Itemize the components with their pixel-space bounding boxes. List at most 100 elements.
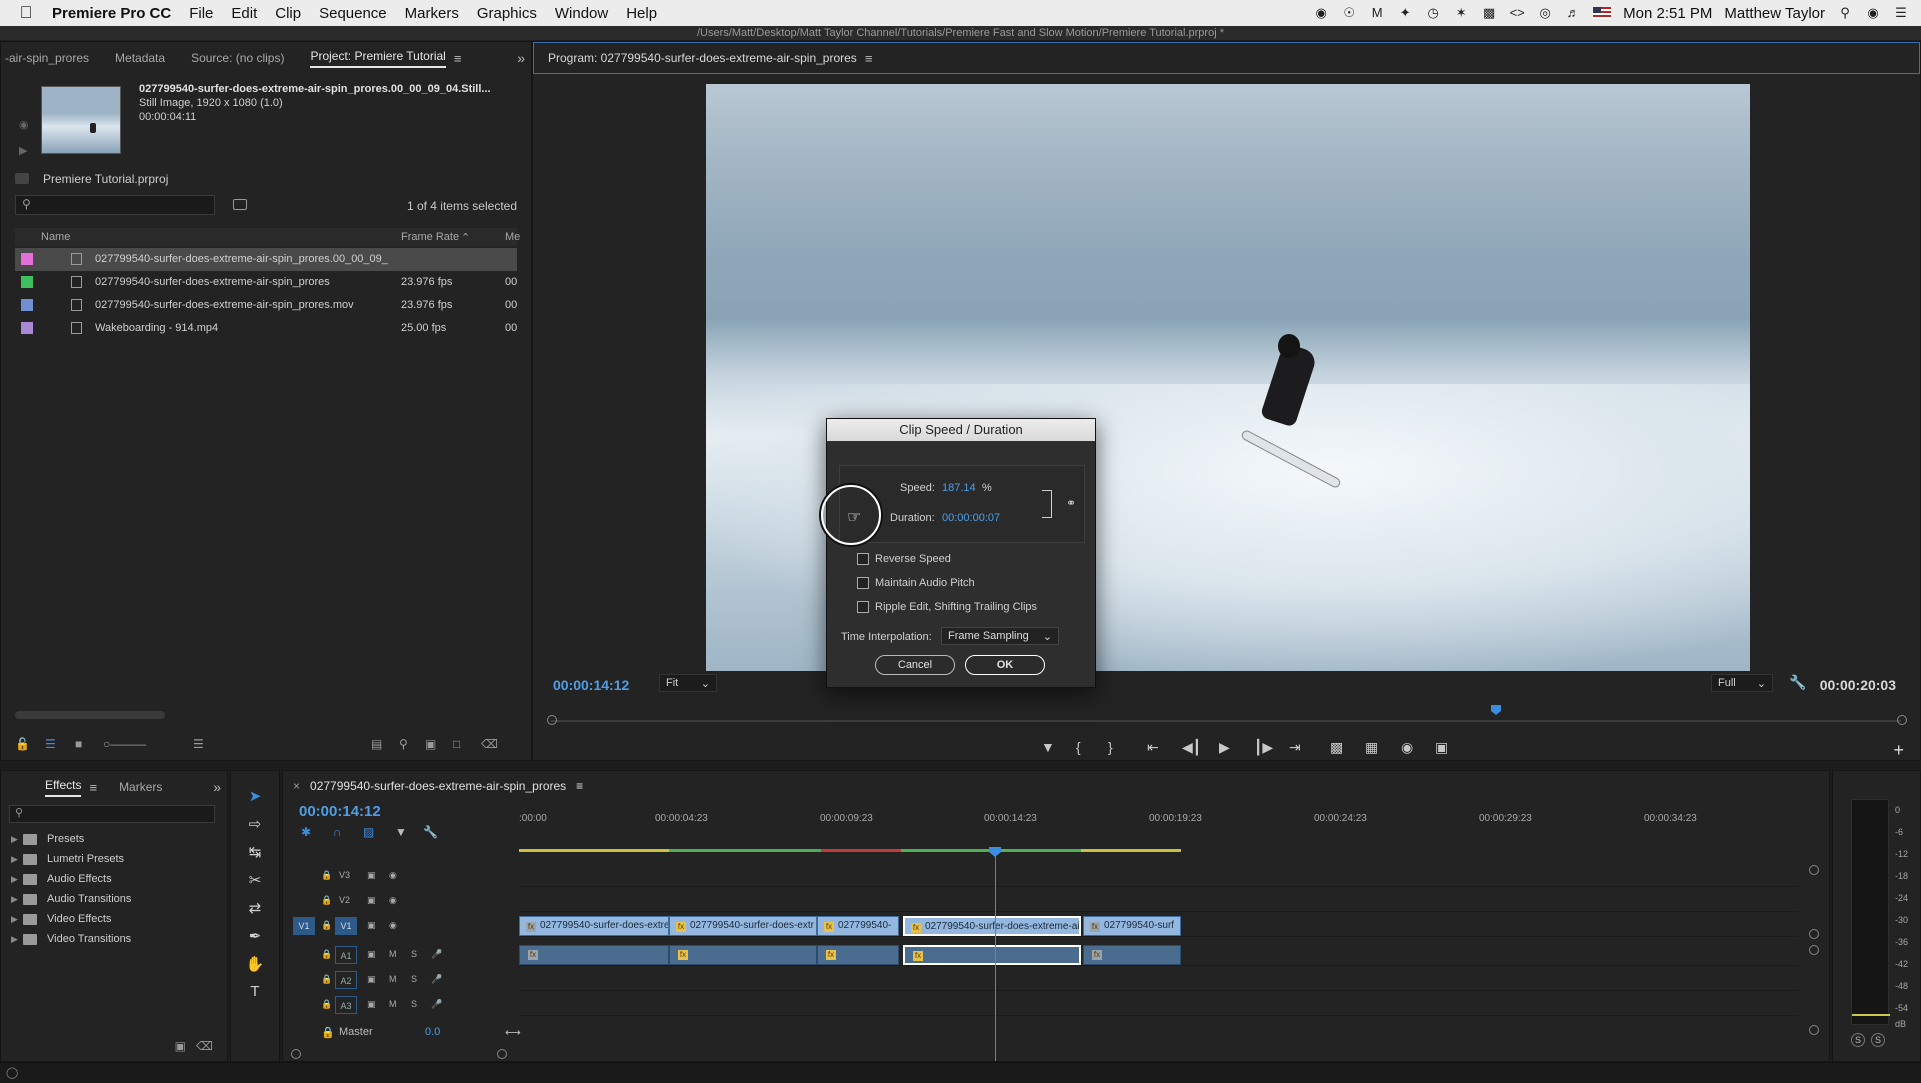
- program-playhead[interactable]: [1491, 705, 1501, 715]
- add-marker-icon[interactable]: ▼: [1041, 739, 1055, 755]
- mute-button[interactable]: M: [389, 949, 397, 959]
- go-to-in-icon[interactable]: ⇤: [1147, 739, 1159, 756]
- audio-clip-selected[interactable]: fx: [903, 945, 1081, 965]
- clock[interactable]: Mon 2:51 PM: [1623, 5, 1712, 22]
- pen-tool-icon[interactable]: ✒: [245, 927, 265, 947]
- playback-resolution-select[interactable]: Full ⌄: [1711, 674, 1773, 692]
- panel-menu-icon[interactable]: ≡: [454, 51, 462, 66]
- chevron-right-icon[interactable]: ▶: [11, 834, 23, 845]
- bluetooth-icon[interactable]: ✶: [1453, 5, 1469, 21]
- track-lane-v3[interactable]: [519, 865, 1799, 887]
- track-lane-a1[interactable]: fx fx fx fx fx: [519, 944, 1799, 966]
- effects-folder-lumetri-presets[interactable]: ▶ Lumetri Presets: [11, 853, 124, 865]
- panel-menu-icon[interactable]: ≡: [865, 51, 873, 66]
- effects-folder-audio-effects[interactable]: ▶ Audio Effects: [11, 873, 112, 885]
- linked-selection-icon[interactable]: ▨: [363, 825, 374, 839]
- horizontal-scrollbar[interactable]: [15, 711, 165, 719]
- add-marker-icon[interactable]: ▼: [395, 825, 407, 839]
- video-tracks-scroll-handle[interactable]: [1809, 929, 1819, 939]
- track-lane-v1[interactable]: fx 027799540-surfer-does-extre fx 02779954…: [519, 915, 1799, 937]
- us-flag-icon[interactable]: [1593, 7, 1612, 19]
- time-interpolation-select[interactable]: Frame Sampling ⌄: [941, 627, 1059, 645]
- menu-clip[interactable]: Clip: [275, 5, 301, 22]
- mute-button[interactable]: M: [389, 974, 397, 984]
- play-thumbnail-icon[interactable]: ▶: [19, 138, 29, 164]
- menu-sequence[interactable]: Sequence: [319, 5, 387, 22]
- tab-effects[interactable]: Effects: [45, 778, 82, 797]
- checkbox-box[interactable]: [857, 553, 869, 565]
- panel-overflow-icon[interactable]: »: [517, 50, 525, 66]
- solo-button[interactable]: S: [411, 974, 417, 984]
- video-clip[interactable]: fx 027799540-surfer-does-extr: [669, 916, 817, 936]
- sync-lock-icon[interactable]: ▣: [367, 870, 376, 881]
- panel-overflow-icon[interactable]: »: [213, 779, 221, 795]
- track-lane-a3[interactable]: [519, 994, 1799, 1016]
- video-clip-selected[interactable]: fx 027799540-surfer-does-extreme-ai: [903, 916, 1081, 936]
- hand-tool-icon[interactable]: ✋: [245, 955, 265, 975]
- lock-icon[interactable]: 🔒: [321, 1026, 335, 1039]
- cancel-button[interactable]: Cancel: [875, 655, 955, 675]
- sort-icons-icon[interactable]: ☰: [193, 737, 204, 751]
- step-forward-icon[interactable]: ┃▶: [1254, 739, 1273, 756]
- track-target-a3[interactable]: A3: [335, 996, 357, 1014]
- tab-project[interactable]: Project: Premiere Tutorial: [310, 49, 446, 68]
- wifi-icon[interactable]: ◎: [1537, 5, 1553, 21]
- maintain-audio-pitch-checkbox[interactable]: Maintain Audio Pitch: [857, 577, 975, 589]
- sync-lock-icon[interactable]: ▣: [367, 999, 376, 1010]
- track-target-v1[interactable]: V1: [335, 917, 357, 935]
- apple-menu-icon[interactable]: : [0, 3, 52, 23]
- eye-icon[interactable]: ◉: [389, 895, 397, 906]
- sync-lock-icon[interactable]: ▣: [367, 949, 376, 960]
- reverse-speed-checkbox[interactable]: Reverse Speed: [857, 553, 951, 565]
- effects-folder-video-transitions[interactable]: ▶ Video Transitions: [11, 933, 131, 945]
- track-target-a1[interactable]: A1: [335, 946, 357, 964]
- volume-icon[interactable]: ♬: [1565, 5, 1581, 21]
- track-label[interactable]: V3: [339, 870, 350, 880]
- scrub-start-handle[interactable]: [547, 715, 557, 725]
- new-bin-icon[interactable]: ▣: [425, 737, 436, 751]
- chevron-right-icon[interactable]: ▶: [11, 914, 23, 925]
- solo-button[interactable]: S: [411, 949, 417, 959]
- trash-icon[interactable]: ⌫: [196, 1039, 213, 1053]
- zoom-level-select[interactable]: Fit ⌄: [659, 674, 717, 692]
- checkbox-box[interactable]: [857, 577, 869, 589]
- effects-folder-video-effects[interactable]: ▶ Video Effects: [11, 913, 111, 925]
- solo-right-button[interactable]: S: [1871, 1033, 1885, 1047]
- sync-lock-icon[interactable]: ▣: [367, 974, 376, 985]
- video-tracks-scroll-handle[interactable]: [1809, 865, 1819, 875]
- lock-icon[interactable]: 🔓: [15, 737, 30, 751]
- menu-help[interactable]: Help: [626, 5, 657, 22]
- find-icon[interactable]: ⚲: [399, 737, 408, 751]
- master-volume-value[interactable]: 0.0: [425, 1026, 440, 1038]
- ok-button[interactable]: OK: [965, 655, 1045, 675]
- button-editor-add-icon[interactable]: +: [1893, 740, 1904, 761]
- label-color-swatch[interactable]: [21, 253, 33, 265]
- chevron-right-icon[interactable]: ▶: [11, 874, 23, 885]
- comparison-view-icon[interactable]: ▣: [1435, 739, 1448, 756]
- duration-value[interactable]: 00:00:00:07: [942, 512, 1000, 524]
- column-media[interactable]: Me: [505, 231, 520, 243]
- record-icon[interactable]: ◉: [1313, 5, 1329, 21]
- timeline-current-time[interactable]: 00:00:14:12: [299, 803, 381, 820]
- scrub-end-handle[interactable]: [1897, 715, 1907, 725]
- time-machine-icon[interactable]: ◷: [1425, 5, 1441, 21]
- program-current-time[interactable]: 00:00:14:12: [553, 677, 629, 693]
- tab-metadata[interactable]: Metadata: [115, 51, 165, 65]
- microphone-icon[interactable]: 🎤: [431, 999, 442, 1010]
- lift-icon[interactable]: ▩: [1330, 739, 1343, 756]
- timeline-zoom-handle-right[interactable]: [497, 1049, 507, 1059]
- menu-file[interactable]: File: [189, 5, 213, 22]
- source-patch-v1[interactable]: V1: [293, 917, 315, 935]
- lock-icon[interactable]: 🔒: [321, 870, 332, 881]
- new-custom-bin-icon[interactable]: ▣: [175, 1039, 186, 1053]
- snap-magnet-icon[interactable]: ∩: [333, 825, 342, 839]
- lock-icon[interactable]: 🔒: [321, 895, 332, 906]
- sort-ascending-icon[interactable]: ⌃: [461, 231, 470, 244]
- trash-icon[interactable]: ⌫: [481, 737, 498, 751]
- video-clip[interactable]: fx 027799540-surf: [1083, 916, 1181, 936]
- step-back-icon[interactable]: ◀┃: [1182, 739, 1201, 756]
- tab-program[interactable]: Program: 027799540-surfer-does-extreme-a…: [548, 51, 857, 65]
- column-name[interactable]: Name: [41, 231, 70, 243]
- razor-tool-icon[interactable]: ✂: [245, 871, 265, 891]
- track-label[interactable]: V2: [339, 895, 350, 905]
